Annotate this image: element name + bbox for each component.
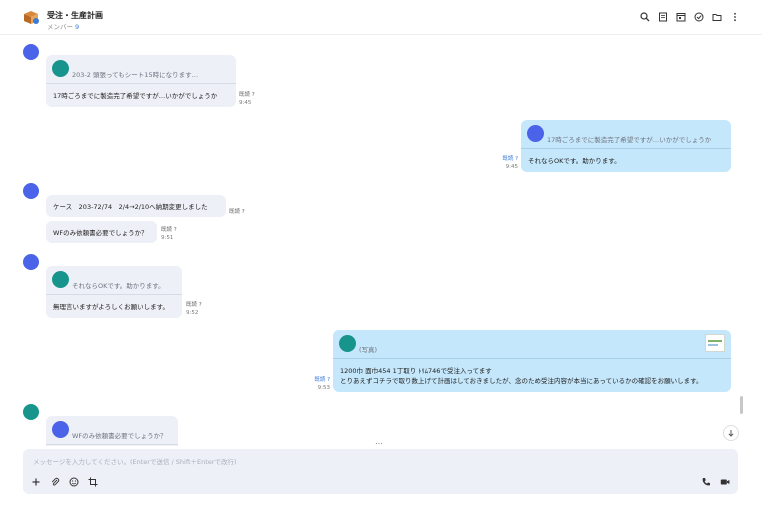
quote-text: WFのみ依頼書必要でしょうか？ <box>72 432 167 440</box>
calendar-icon[interactable] <box>676 12 686 22</box>
message-line: とりあえずコチラで取り数上げて計画はしておきましたが、念のため受注内容が本当にあ… <box>340 377 703 385</box>
folder-icon[interactable] <box>712 12 722 22</box>
note-icon[interactable] <box>658 12 668 22</box>
member-count[interactable]: メンバー 9 <box>47 21 79 31</box>
message-bubble[interactable]: (写真) 1200巾 面巾454 1丁取り ﾄﾘﾑ746で受注入ってます とりあ… <box>333 330 731 392</box>
avatar <box>339 335 356 352</box>
message-bubble[interactable]: それならOKです。助かります。 無理言いますがよろしくお願いします。 <box>46 266 182 318</box>
message-input[interactable] <box>31 455 725 469</box>
emoji-icon[interactable] <box>69 477 79 487</box>
message-text: 無理言いますがよろしくお願いします。 <box>53 303 170 311</box>
message-meta: 既読 ? 9:45 <box>239 91 255 107</box>
message-composer <box>23 449 738 494</box>
message-line: 1200巾 面巾454 1丁取り ﾄﾘﾑ746で受注入ってます <box>340 367 492 375</box>
message-bubble[interactable]: WFのみ依頼書必要でしょうか？ <box>46 416 178 446</box>
members-label: メンバー <box>47 23 73 31</box>
avatar[interactable] <box>23 254 39 270</box>
message-time: 9:51 <box>161 235 174 241</box>
task-icon[interactable] <box>694 12 704 22</box>
call-tools <box>701 477 730 487</box>
message-bubble[interactable]: 17時ごろまでに製造完了希望ですが…いかがでしょうか それならOKです。助かりま… <box>521 120 731 172</box>
read-receipt[interactable]: 既読 ? <box>300 376 330 384</box>
message-time: 9:52 <box>186 310 199 316</box>
reply-quote[interactable]: 17時ごろまでに製造完了希望ですが…いかがでしょうか <box>521 120 731 149</box>
composer-tools <box>31 477 98 487</box>
header-toolbar <box>640 12 740 22</box>
message-time: 9:53 <box>317 385 330 391</box>
message-bubble[interactable]: ケース 203-72/74 2/4→2/10へ納期変更しました <box>46 195 226 217</box>
avatar[interactable] <box>23 44 39 60</box>
reply-quote[interactable]: それならOKです。助かります。 <box>46 266 182 295</box>
message-text: 1200巾 面巾454 1丁取り ﾄﾘﾑ746で受注入ってます とりあえずコチラ… <box>333 359 731 393</box>
avatar <box>52 271 69 288</box>
message-meta: 既読 ? 9:45 <box>488 155 518 171</box>
more-vertical-icon[interactable] <box>730 12 740 22</box>
room-title: 受注・生産計画 <box>47 11 103 20</box>
read-receipt[interactable]: 既読 ? <box>239 91 255 99</box>
avatar[interactable] <box>23 183 39 199</box>
reply-quote[interactable]: 203-2 頭張ってもシート15時になります… <box>46 55 236 84</box>
message-meta: 既読 ? 9:52 <box>186 301 202 317</box>
message-meta: 既読 ? 9:53 <box>300 376 330 392</box>
message-meta: 既読 ? 9:51 <box>161 226 177 242</box>
message-time: 9:45 <box>239 100 252 106</box>
quote-text: 17時ごろまでに製造完了希望ですが…いかがでしょうか <box>547 136 712 144</box>
read-receipt[interactable]: 既読 ? <box>186 301 202 309</box>
message-bubble[interactable]: WFのみ依頼書必要でしょうか？ <box>46 221 157 243</box>
message-time: 9:45 <box>505 164 518 170</box>
phone-icon[interactable] <box>701 477 711 487</box>
reply-quote[interactable]: (写真) <box>333 330 731 359</box>
quote-text: (写真) <box>359 346 378 354</box>
quote-text: それならOKです。助かります。 <box>72 282 165 290</box>
message-text: WFのみ依頼書必要でしょうか？ <box>53 229 148 237</box>
attach-icon[interactable] <box>50 477 60 487</box>
members-count: 9 <box>75 23 80 31</box>
avatar <box>52 60 69 77</box>
reply-quote[interactable]: WFのみ依頼書必要でしょうか？ <box>46 416 178 445</box>
avatar <box>52 421 69 438</box>
message-bubble[interactable]: 203-2 頭張ってもシート15時になります… 17時ごろまでに製造完了希望です… <box>46 55 236 107</box>
message-meta: 既読 ? <box>229 208 245 216</box>
message-text: ケース 203-72/74 2/4→2/10へ納期変更しました <box>53 203 208 211</box>
read-receipt[interactable]: 既読 ? <box>488 155 518 163</box>
quote-text: 203-2 頭張ってもシート15時になります… <box>72 71 199 79</box>
search-icon[interactable] <box>640 12 650 22</box>
read-receipt[interactable]: 既読 ? <box>161 226 177 234</box>
room-logo-icon <box>24 11 39 24</box>
avatar <box>527 125 544 142</box>
message-text: 17時ごろまでに製造完了希望ですが…いかがでしょうか <box>53 92 218 100</box>
message-text: それならOKです。助かります。 <box>528 157 621 165</box>
read-receipt[interactable]: 既読 ? <box>229 208 245 216</box>
plus-icon[interactable] <box>31 477 41 487</box>
crop-icon[interactable] <box>88 477 98 487</box>
message-list: 203-2 頭張ってもシート15時になります… 17時ごろまでに製造完了希望です… <box>0 34 762 446</box>
video-icon[interactable] <box>720 477 730 487</box>
scrollbar-thumb[interactable] <box>740 396 743 414</box>
arrow-down-icon <box>728 430 734 437</box>
chat-header: 受注・生産計画 メンバー 9 <box>0 0 762 35</box>
photo-thumbnail[interactable] <box>705 334 725 352</box>
scroll-to-bottom-button[interactable] <box>723 425 739 441</box>
avatar[interactable] <box>23 404 39 420</box>
typing-indicator: … <box>375 437 383 446</box>
